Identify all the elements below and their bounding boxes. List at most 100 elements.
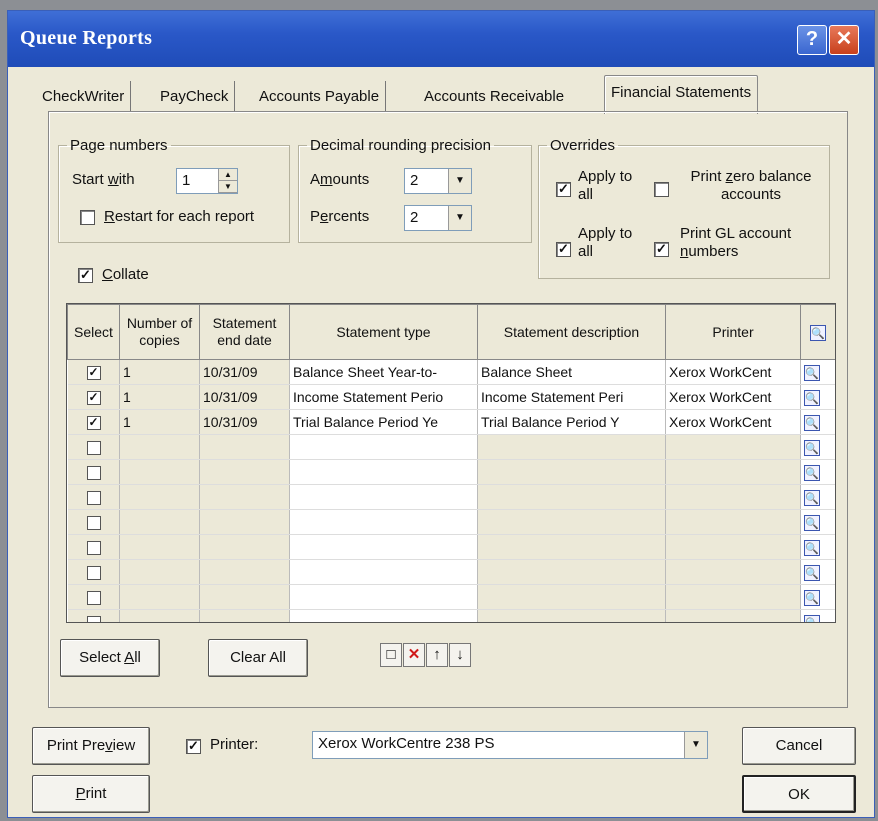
spinner-buttons[interactable]: ▲ ▼	[218, 169, 237, 193]
cell-end-date[interactable]: 10/31/09	[199, 384, 290, 410]
magnifier-icon[interactable]: 🔍	[804, 514, 820, 531]
row-select-checkbox[interactable]	[86, 541, 101, 556]
magnifier-icon[interactable]: 🔍	[804, 439, 820, 456]
magnifier-icon[interactable]: 🔍	[804, 614, 820, 622]
row-select-checkbox[interactable]	[86, 591, 101, 606]
decimal-rounding-legend: Decimal rounding precision	[310, 137, 491, 154]
cell-copies[interactable]: 1	[119, 359, 200, 385]
cell-description[interactable]: Trial Balance Period Y	[477, 409, 666, 435]
new-row-icon[interactable]: □	[380, 643, 402, 667]
table-row-empty[interactable]: 🔍	[67, 459, 835, 485]
magnifier-icon[interactable]: 🔍	[804, 364, 820, 381]
magnifier-icon[interactable]: 🔍	[804, 589, 820, 606]
table-row[interactable]: ✓ 1 10/31/09 Balance Sheet Year-to- Bala…	[67, 359, 835, 385]
table-row-empty[interactable]: 🔍	[67, 434, 835, 460]
print-button[interactable]: Print	[32, 775, 150, 813]
cell-type[interactable]: Trial Balance Period Ye	[289, 409, 478, 435]
help-button[interactable]: ?	[797, 25, 827, 55]
row-select-checkbox[interactable]	[86, 616, 101, 622]
cell-type[interactable]: Income Statement Perio	[289, 384, 478, 410]
cell-printer[interactable]: Xerox WorkCent	[665, 384, 801, 410]
magnifier-icon[interactable]: 🔍	[804, 389, 820, 406]
amounts-select[interactable]: 2 ▼	[404, 168, 472, 194]
row-select-checkbox[interactable]	[86, 566, 101, 581]
page-numbers-group: Page numbers	[58, 137, 290, 243]
delete-row-icon[interactable]: ✕	[403, 643, 425, 667]
cell-end-date[interactable]: 10/31/09	[199, 409, 290, 435]
select-all-button[interactable]: Select All	[60, 639, 160, 677]
col-header-end-date[interactable]: Statement end date	[199, 304, 290, 360]
apply-to-all-checkbox-2[interactable]: ✓	[556, 242, 571, 257]
magnifier-icon[interactable]: 🔍	[810, 324, 826, 341]
cell-copies[interactable]: 1	[119, 384, 200, 410]
ok-button[interactable]: OK	[742, 775, 856, 813]
apply-to-all-label-1: Apply to all	[578, 168, 633, 203]
cell-type[interactable]: Balance Sheet Year-to-	[289, 359, 478, 385]
chevron-down-icon[interactable]: ▼	[448, 169, 471, 193]
cancel-button[interactable]: Cancel	[742, 727, 856, 765]
move-up-icon[interactable]: ↑	[426, 643, 448, 667]
magnifier-icon[interactable]: 🔍	[804, 414, 820, 431]
move-down-icon[interactable]: ↓	[449, 643, 471, 667]
header-lookup-button[interactable]: 🔍	[800, 304, 835, 360]
percents-select[interactable]: 2 ▼	[404, 205, 472, 231]
clear-all-button[interactable]: Clear All	[208, 639, 308, 677]
printer-select[interactable]: Xerox WorkCentre 238 PS ▼	[312, 731, 708, 759]
printer-label: Printer:	[210, 736, 259, 753]
table-row-empty[interactable]: 🔍	[67, 509, 835, 535]
table-row-empty[interactable]: 🔍	[67, 584, 835, 610]
apply-to-all-checkbox-1[interactable]: ✓	[556, 182, 571, 197]
cell-printer[interactable]: Xerox WorkCent	[665, 409, 801, 435]
printer-checkbox[interactable]: ✓	[186, 739, 201, 754]
collate-checkbox[interactable]: ✓	[78, 268, 93, 283]
cell-description[interactable]: Income Statement Peri	[477, 384, 666, 410]
row-select-checkbox[interactable]: ✓	[86, 391, 101, 406]
close-button[interactable]: ✕	[829, 25, 859, 55]
row-select-checkbox[interactable]: ✓	[86, 366, 101, 381]
cell-end-date[interactable]: 10/31/09	[199, 359, 290, 385]
print-zero-balance-checkbox[interactable]	[654, 182, 669, 197]
col-header-select[interactable]: Select	[67, 304, 120, 360]
print-gl-numbers-checkbox[interactable]: ✓	[654, 242, 669, 257]
spin-up-icon[interactable]: ▲	[219, 169, 237, 181]
tab-financial-statements[interactable]: Financial Statements	[604, 75, 759, 114]
col-header-type[interactable]: Statement type	[289, 304, 478, 360]
restart-checkbox[interactable]	[80, 210, 95, 225]
chevron-down-icon[interactable]: ▼	[448, 206, 471, 230]
percents-label: Percents	[310, 208, 370, 225]
table-row-empty[interactable]: 🔍	[67, 609, 835, 622]
tab-accounts-receivable[interactable]: Accounts Receivable	[418, 81, 570, 113]
title-bar[interactable]: Queue Reports ? ✕	[8, 11, 874, 67]
print-preview-button[interactable]: Print Preview	[32, 727, 150, 765]
apply-to-all-label-2: Apply to all	[578, 225, 633, 260]
tab-paycheck[interactable]: PayCheck	[154, 81, 236, 113]
magnifier-icon[interactable]: 🔍	[804, 464, 820, 481]
col-header-copies[interactable]: Number of copies	[119, 304, 200, 360]
row-select-checkbox[interactable]	[86, 516, 101, 531]
statements-grid: Select Number of copies Statement end da…	[66, 303, 836, 623]
tab-checkwriter[interactable]: CheckWriter	[36, 81, 132, 113]
col-header-printer[interactable]: Printer	[665, 304, 801, 360]
cell-printer[interactable]: Xerox WorkCent	[665, 359, 801, 385]
magnifier-icon[interactable]: 🔍	[804, 539, 820, 556]
row-select-checkbox[interactable]	[86, 466, 101, 481]
table-row-empty[interactable]: 🔍	[67, 559, 835, 585]
table-row[interactable]: ✓ 1 10/31/09 Income Statement Perio Inco…	[67, 384, 835, 410]
row-select-checkbox[interactable]	[86, 491, 101, 506]
magnifier-icon[interactable]: 🔍	[804, 489, 820, 506]
table-row-empty[interactable]: 🔍	[67, 484, 835, 510]
cell-description[interactable]: Balance Sheet	[477, 359, 666, 385]
spin-down-icon[interactable]: ▼	[219, 181, 237, 193]
chevron-down-icon[interactable]: ▼	[684, 732, 707, 758]
tab-accounts-payable[interactable]: Accounts Payable	[253, 81, 387, 113]
amounts-label: Amounts	[310, 171, 370, 188]
row-select-checkbox[interactable]	[86, 441, 101, 456]
table-row-empty[interactable]: 🔍	[67, 534, 835, 560]
start-with-spinner[interactable]: 1 ▲ ▼	[176, 168, 238, 194]
table-row[interactable]: ✓ 1 10/31/09 Trial Balance Period Ye Tri…	[67, 409, 835, 435]
cell-copies[interactable]: 1	[119, 409, 200, 435]
magnifier-icon[interactable]: 🔍	[804, 564, 820, 581]
col-header-description[interactable]: Statement description	[477, 304, 666, 360]
row-select-checkbox[interactable]: ✓	[86, 416, 101, 431]
queue-reports-dialog: Queue Reports ? ✕ CheckWriter PayCheck A…	[7, 10, 875, 818]
